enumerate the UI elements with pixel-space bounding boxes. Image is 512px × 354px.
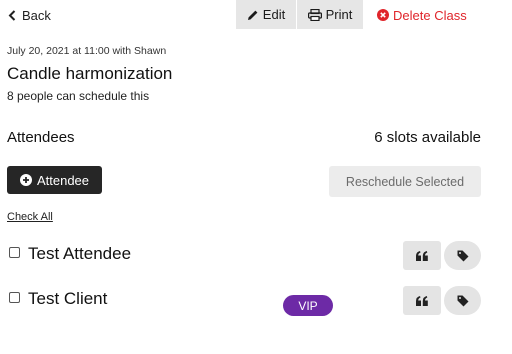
edit-label: Edit	[262, 7, 286, 22]
attendee-notes-button[interactable]	[403, 286, 441, 315]
action-button-group: Edit Print	[236, 0, 363, 29]
slots-available: 6 slots available	[374, 129, 481, 146]
class-title: Candle harmonization	[7, 64, 173, 83]
chevron-left-icon	[8, 9, 16, 21]
quote-icon	[416, 295, 428, 306]
vip-badge: VIP	[283, 295, 333, 316]
plus-circle-icon	[19, 174, 32, 186]
pencil-icon	[247, 10, 258, 20]
quote-icon	[416, 250, 428, 261]
attendees-heading: Attendees	[7, 129, 75, 146]
add-attendee-button[interactable]: Attendee	[7, 166, 102, 194]
reschedule-selected-button[interactable]: Reschedule Selected	[329, 166, 481, 197]
attendee-notes-button[interactable]	[403, 241, 441, 270]
class-date-line: July 20, 2021 at 11:00 with Shawn	[7, 45, 167, 57]
times-circle-icon	[377, 9, 389, 21]
edit-button[interactable]: Edit	[236, 0, 297, 29]
print-label: Print	[325, 7, 353, 22]
attendee-checkbox[interactable]	[9, 247, 20, 258]
attendee-name: Test Attendee	[28, 244, 132, 263]
tag-icon	[457, 295, 468, 306]
attendee-tags-button[interactable]	[444, 286, 481, 315]
check-all-link[interactable]: Check All	[7, 211, 53, 223]
class-capacity: 8 people can schedule this	[7, 89, 150, 103]
attendee-name: Test Client	[28, 289, 108, 308]
attendee-checkbox[interactable]	[9, 292, 20, 303]
back-label: Back	[22, 7, 51, 23]
print-button[interactable]: Print	[297, 0, 363, 29]
attendee-tags-button[interactable]	[444, 241, 481, 270]
printer-icon	[307, 8, 322, 21]
add-attendee-label: Attendee	[36, 172, 90, 188]
delete-class-button[interactable]: Delete Class	[377, 6, 467, 24]
tag-icon	[457, 250, 468, 261]
back-link[interactable]: Back	[8, 6, 51, 24]
delete-label: Delete Class	[393, 7, 467, 23]
